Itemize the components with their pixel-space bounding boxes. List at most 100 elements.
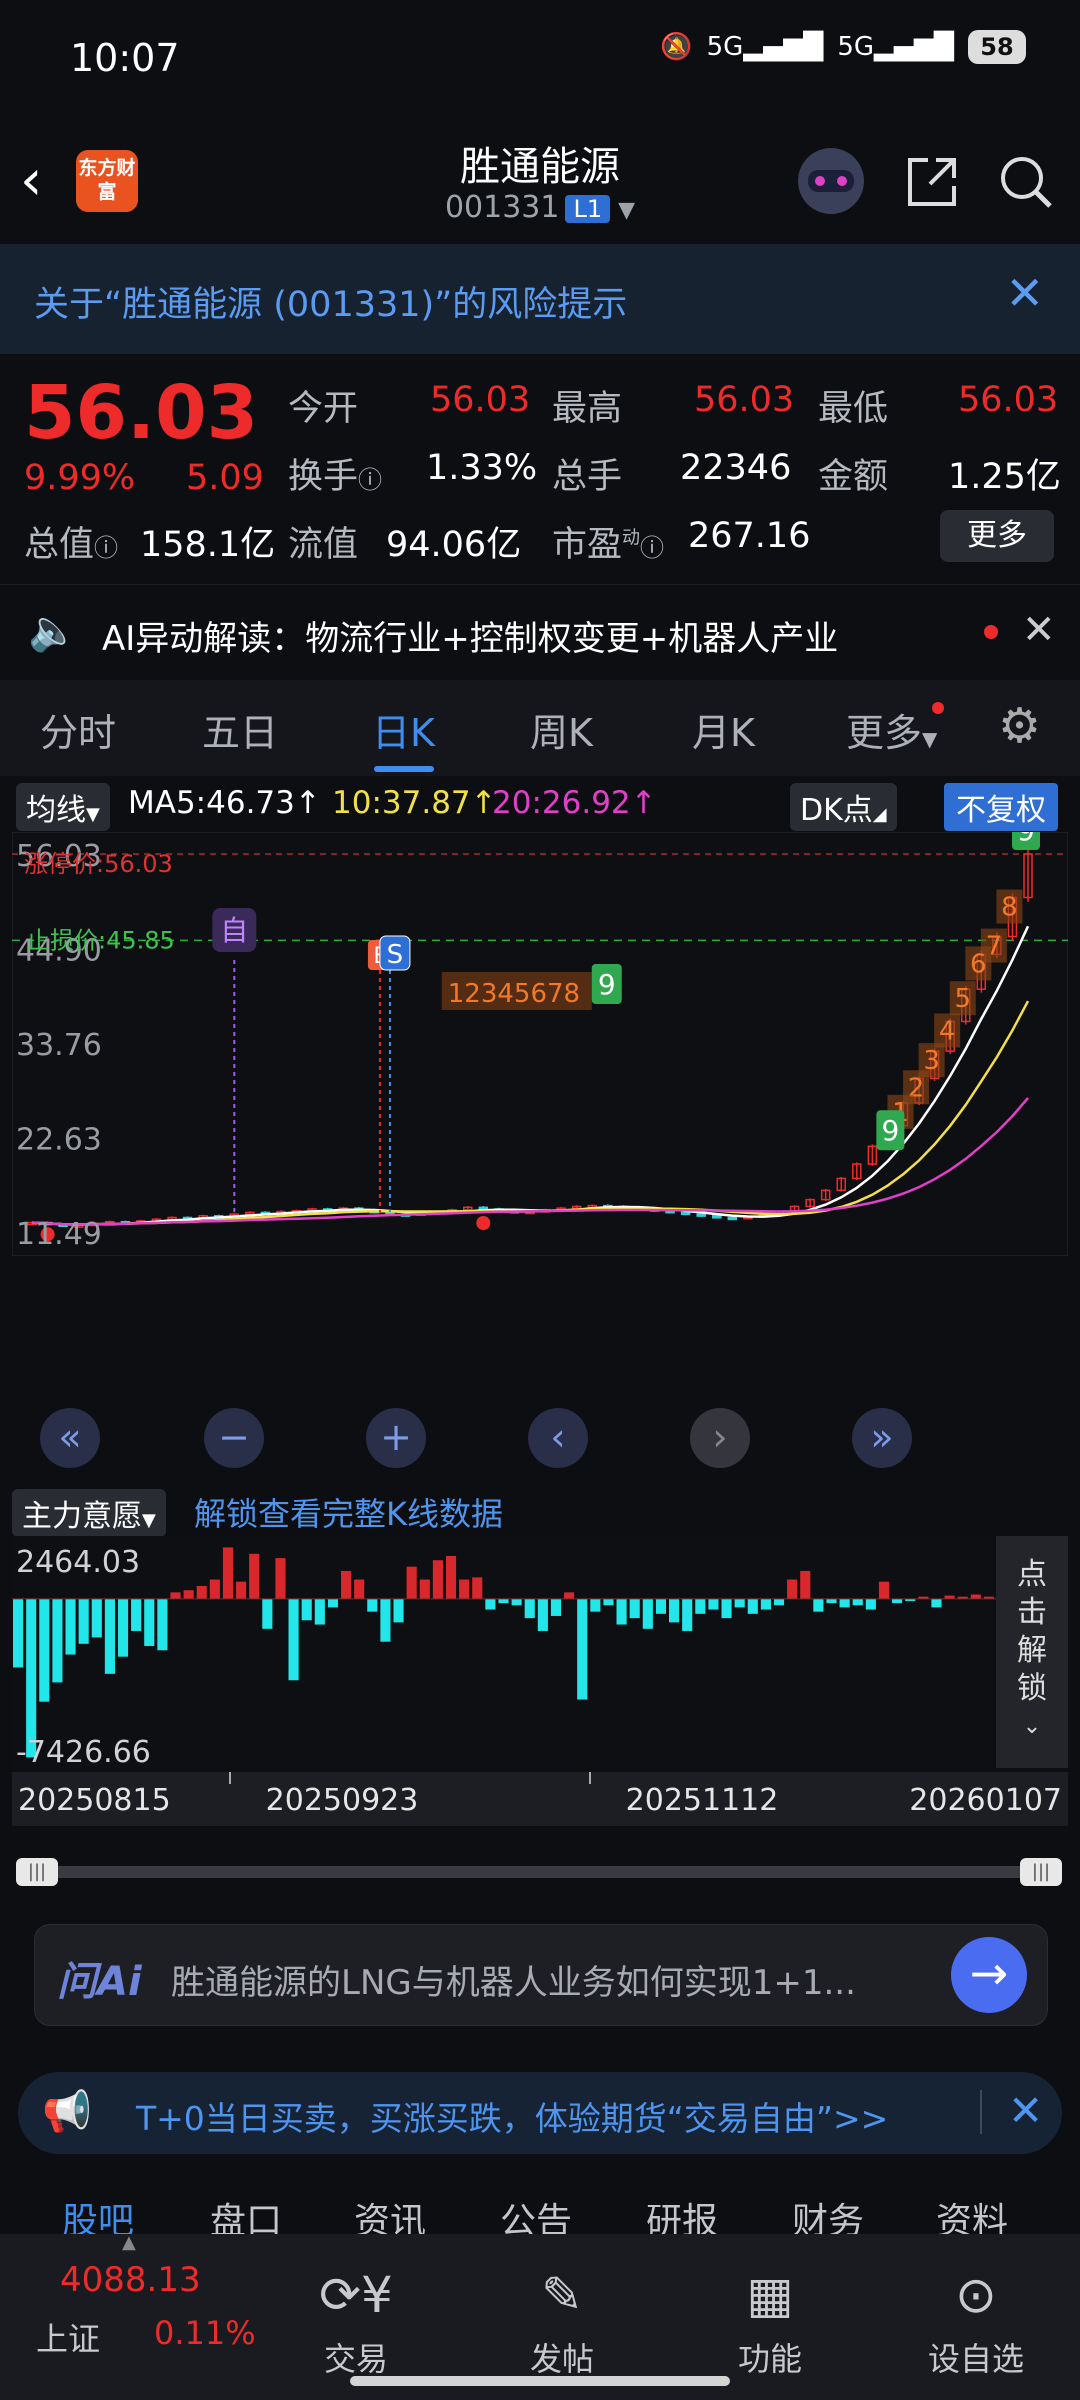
nav-apps-label: 功能 [737, 2340, 802, 2378]
close-icon[interactable]: ✕ [1022, 607, 1056, 653]
unlock-side-button[interactable]: 点击解锁 ⌄ [996, 1536, 1068, 1768]
indicator-bar [721, 1598, 732, 1619]
pan-left-icon[interactable]: ‹ [528, 1408, 588, 1468]
indicator-bar [432, 1560, 443, 1599]
change-pct: 9.99% [24, 458, 136, 498]
share-icon[interactable] [902, 152, 962, 212]
section-tab-profile[interactable]: 资料 [936, 2192, 1008, 2234]
count-nine-mid: 9 [598, 968, 616, 1001]
tab-monthly-k[interactable]: 月K [692, 702, 755, 757]
section-tab-finance[interactable]: 财务 [792, 2192, 864, 2234]
gear-icon[interactable]: ⚙ [998, 698, 1041, 754]
no-adjust-button[interactable]: 不复权 [944, 783, 1058, 831]
arrow-right-icon[interactable]: → [951, 1937, 1027, 2013]
index-name[interactable]: 上证 [36, 2314, 100, 2360]
indicator-bar [275, 1558, 286, 1599]
indicator-bar [52, 1598, 63, 1683]
pan-far-left-icon[interactable]: « [40, 1408, 100, 1468]
ai-insight-text[interactable]: AI异动解读：物流行业+控制权变更+机器人产业 [102, 611, 838, 660]
pe-value: 267.16 [688, 516, 811, 556]
more-icon: ⊙ [955, 2266, 997, 2324]
date-tick-label: 20251112 [626, 1783, 779, 1818]
indicator-bar [367, 1598, 378, 1612]
indicator-bar [747, 1598, 758, 1614]
section-tab-research[interactable]: 研报 [646, 2192, 718, 2234]
marker-zi-label: 自 [220, 914, 248, 947]
unlock-side-text: 点击解锁 [1017, 1557, 1047, 1706]
ai-insight-bar[interactable]: 🔈 AI异动解读：物流行业+控制权变更+机器人产业 ✕ [0, 584, 1080, 681]
risk-banner-text[interactable]: 关于“胜通能源 (001331)”的风险提示 [34, 276, 627, 327]
ask-ai-question[interactable]: 胜通能源的LNG与机器人业务如何实现1+1... [171, 1955, 931, 2004]
unlock-link[interactable]: 解锁查看完整K线数据 [194, 1489, 503, 1535]
nav-trade[interactable]: ⟳¥ 交易 [286, 2264, 426, 2380]
more-quote-button[interactable]: 更多 [940, 510, 1054, 562]
indicator-bar [78, 1598, 89, 1644]
section-tab-news[interactable]: 资讯 [354, 2192, 426, 2234]
info-icon: ⓘ [640, 534, 665, 562]
bottom-nav: ▲ 4088.13 上证 0.11% ⟳¥ 交易 ✎ 发帖 ▦ 功能 ⊙ 设自选 [0, 2232, 1080, 2400]
candle-body [712, 1215, 722, 1219]
indicator-bar [511, 1598, 522, 1606]
zoom-out-icon[interactable]: − [204, 1408, 264, 1468]
tab-5day[interactable]: 五日 [202, 702, 278, 757]
indicator-bar [970, 1594, 981, 1599]
ma-select[interactable]: 均线▼ [16, 783, 110, 831]
mktcap-value: 158.1亿 [140, 525, 276, 565]
promo-text[interactable]: T+0当日买卖，买涨买跌，体验期货“交易自由”>> [136, 2092, 888, 2140]
tab-intraday[interactable]: 分时 [40, 702, 116, 757]
robot-avatar-icon[interactable] [798, 148, 864, 214]
dk-point-select[interactable]: DK点◢ [790, 783, 897, 831]
close-icon[interactable]: ✕ [1008, 2086, 1043, 2135]
indicator-select[interactable]: 主力意愿▼ [12, 1489, 166, 1537]
kline-chart[interactable]: 自BS1234567899876543219 56.0344.9033.7622… [12, 832, 1068, 1256]
index-value[interactable]: 4088.13 [60, 2260, 201, 2300]
indicator-bar [288, 1598, 299, 1681]
range-handle-left[interactable]: ||| [16, 1858, 58, 1886]
nav-post[interactable]: ✎ 发帖 [492, 2264, 632, 2380]
nav-apps[interactable]: ▦ 功能 [700, 2264, 840, 2380]
volume-label: 总手 [552, 457, 623, 497]
trade-icon: ⟳¥ [319, 2266, 393, 2324]
search-icon[interactable] [996, 152, 1056, 212]
nav-add-watchlist[interactable]: ⊙ 设自选 [906, 2264, 1046, 2380]
indicator-bar [787, 1579, 798, 1599]
ask-ai-bar[interactable]: 问Ai 胜通能源的LNG与机器人业务如何实现1+1... → [34, 1924, 1048, 2026]
indicator-bar [249, 1553, 260, 1599]
tab-weekly-k[interactable]: 周K [530, 702, 593, 757]
open-label: 今开 [288, 389, 359, 429]
section-tab-pankou[interactable]: 盘口 [210, 2192, 282, 2234]
indicator-bar [931, 1598, 942, 1608]
status-time: 10:07 [70, 36, 180, 80]
indicator-bar [892, 1598, 903, 1604]
period-tabs: 分时 五日 日K 周K 月K 更多▼ ⚙ [0, 680, 1080, 776]
home-indicator[interactable] [350, 2376, 730, 2386]
section-tab-announcements[interactable]: 公告 [500, 2192, 572, 2234]
tab-more[interactable]: 更多▼ [846, 702, 937, 757]
pan-far-right-icon[interactable]: » [852, 1408, 912, 1468]
count-green-label: 9 [881, 1114, 899, 1147]
pe-label[interactable]: 市盈动ⓘ [552, 516, 664, 567]
zoom-in-icon[interactable]: + [366, 1408, 426, 1468]
close-icon[interactable]: ✕ [1005, 266, 1044, 320]
indicator-bar [760, 1598, 771, 1610]
indicator-bar [196, 1585, 207, 1599]
indicator-bar [144, 1598, 155, 1646]
pan-right-icon[interactable]: › [690, 1408, 750, 1468]
chevron-up-icon[interactable]: ▲ [122, 2232, 136, 2253]
section-tab-guba[interactable]: 股吧 [62, 2192, 134, 2234]
range-handle-right[interactable]: ||| [1020, 1858, 1062, 1886]
indicator-bar [773, 1598, 785, 1606]
turnover-label[interactable]: 换手ⓘ [288, 448, 382, 499]
range-scrollbar[interactable] [20, 1866, 1060, 1878]
mktcap-label[interactable]: 总值ⓘ [24, 516, 118, 567]
risk-banner[interactable]: 关于“胜通能源 (001331)”的风险提示 ✕ [0, 244, 1080, 354]
more-dot [932, 702, 944, 714]
index-change[interactable]: 0.11% [154, 2314, 256, 2352]
amount-label: 金额 [818, 457, 889, 497]
indicator-bar [813, 1598, 824, 1612]
indicator-bar [472, 1577, 483, 1599]
tab-daily-k[interactable]: 日K [372, 702, 435, 757]
promo-banner[interactable]: 📢 T+0当日买卖，买涨买跌，体验期货“交易自由”>> ✕ [18, 2072, 1062, 2154]
status-bar: 10:07 🔕 5G▂▄▆█ 5G▂▄▆█ 58 [0, 0, 1080, 120]
indicator-bar [39, 1598, 50, 1702]
